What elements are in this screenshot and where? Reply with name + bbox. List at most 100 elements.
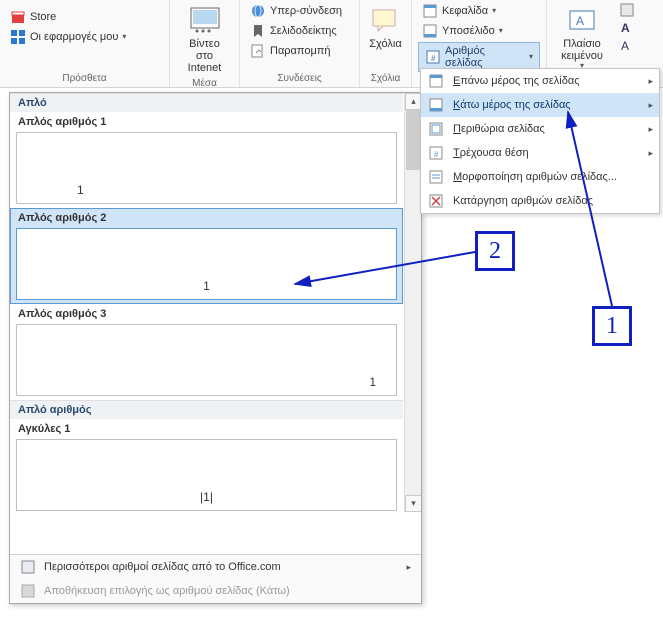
item4-preview: |1| (16, 439, 397, 511)
chevron-down-icon: ▾ (499, 27, 503, 35)
store-label: Store (30, 11, 56, 23)
arrow-right-icon: ▸ (648, 124, 653, 135)
menu-bottom-of-page[interactable]: Κάτω μέρος της σελίδας ▸ (421, 93, 659, 117)
textbox-icon: A (566, 4, 598, 36)
page-number-menu: Επάνω μέρος της σελίδας ▸ Κάτω μέρος της… (420, 68, 660, 214)
gallery-item-brackets1[interactable]: Αγκύλες 1 |1| (10, 419, 403, 515)
menu-format-numbers[interactable]: Μορφοποίηση αριθμών σελίδας... (421, 165, 659, 189)
group-media: Βίντεο στο Intenet Μέσα (170, 0, 240, 87)
textbox-label: Πλαίσιο κειμένου (557, 38, 607, 62)
comment-button[interactable]: Σχόλια (361, 2, 411, 52)
chevron-down-icon: ▾ (122, 33, 126, 41)
pgnum-left: 1 (77, 183, 84, 197)
page-top-icon (427, 72, 445, 90)
svg-text:A: A (621, 39, 629, 53)
chevron-down-icon: ▾ (529, 53, 533, 61)
scroll-thumb[interactable] (406, 110, 421, 170)
format-icon (427, 168, 445, 186)
footer-icon (422, 23, 438, 39)
pgnum-right: 1 (369, 375, 376, 389)
menu-remove-numbers[interactable]: Κατάργηση αριθμών σελίδας (421, 189, 659, 213)
arrow-right-icon: ▸ (648, 76, 653, 87)
scroll-down-icon[interactable]: ▾ (405, 495, 421, 512)
group-media-label: Μέσα (176, 76, 233, 92)
menu-remove-label: Κατάργηση αριθμών σελίδας (453, 195, 593, 207)
textbox-button[interactable]: A Πλαίσιο κειμένου ▾ (553, 2, 611, 72)
svg-text:#: # (431, 54, 436, 63)
svg-text:A: A (576, 14, 584, 28)
bookmark-button[interactable]: Σελιδοδείκτης (246, 22, 346, 40)
store-button[interactable]: Store (6, 8, 130, 26)
page-margins-icon (427, 120, 445, 138)
online-video-button[interactable]: Βίντεο στο Intenet (176, 2, 233, 76)
save-icon (20, 583, 36, 599)
comment-label: Σχόλια (369, 38, 402, 50)
hyperlink-label: Υπερ-σύνδεση (270, 5, 342, 17)
office-icon (20, 559, 36, 575)
footer-more-office[interactable]: Περισσότεροι αριθμοί σελίδας από το Offi… (10, 555, 421, 579)
myapps-label: Οι εφαρμογές μου (30, 31, 118, 43)
menu-bottom-label: Κάτω μέρος της σελίδας (453, 99, 571, 111)
footer-save-selection: Αποθήκευση επιλογής ως αριθμού σελίδας (… (10, 579, 421, 603)
group-addins-label: Πρόσθετα (6, 71, 163, 87)
gallery-item-plain3[interactable]: Απλός αριθμός 3 1 (10, 304, 403, 400)
gallery-body: Απλό Απλός αριθμός 1 1 Απλός αριθμός 2 1… (10, 93, 421, 554)
item1-preview: 1 (16, 132, 397, 204)
pgnum-brackets: |1| (200, 490, 213, 504)
svg-text:A: A (621, 21, 630, 35)
footer-more-label: Περισσότεροι αριθμοί σελίδας από το Offi… (44, 561, 281, 573)
group-links-label: Συνδέσεις (246, 71, 353, 87)
wordart-icon[interactable]: A (619, 20, 635, 36)
arrow-right-icon: ▸ (648, 148, 653, 159)
group-comments-label: Σχόλια (366, 71, 405, 87)
menu-top-label: Επάνω μέρος της σελίδας (453, 75, 580, 87)
dropcap-icon[interactable]: A (619, 38, 635, 54)
footer-label: Υποσέλιδο (442, 25, 495, 37)
header-label: Κεφαλίδα (442, 5, 488, 17)
item1-title: Απλός αριθμός 1 (16, 114, 397, 130)
header-button[interactable]: Κεφαλίδα ▾ (418, 2, 540, 20)
video-icon (189, 4, 221, 36)
callout-1: 1 (592, 306, 632, 346)
crossref-button[interactable]: Παραπομπή (246, 42, 346, 60)
gallery-scrollbar[interactable]: ▴ ▾ (404, 93, 421, 512)
gallery-item-plain1[interactable]: Απλός αριθμός 1 1 (10, 112, 403, 208)
quickparts-icon[interactable] (619, 2, 635, 18)
menu-margins-label: Περιθώρια σελίδας (453, 123, 545, 135)
gallery-footer: Περισσότεροι αριθμοί σελίδας από το Offi… (10, 554, 421, 603)
item2-title: Απλός αριθμός 2 (16, 210, 397, 226)
crossref-label: Παραπομπή (270, 45, 331, 57)
callout-2: 2 (475, 231, 515, 271)
item4-title: Αγκύλες 1 (16, 421, 397, 437)
store-icon (10, 9, 26, 25)
callout-1-number: 1 (606, 313, 618, 340)
myapps-button[interactable]: Οι εφαρμογές μου ▾ (6, 28, 130, 46)
gallery-category-simple: Απλό (10, 93, 403, 112)
menu-current-position[interactable]: # Τρέχουσα θέση ▸ (421, 141, 659, 165)
page-number-icon: # (425, 49, 441, 65)
footer-button[interactable]: Υποσέλιδο ▾ (418, 22, 540, 40)
menu-page-margins[interactable]: Περιθώρια σελίδας ▸ (421, 117, 659, 141)
item3-preview: 1 (16, 324, 397, 396)
menu-current-label: Τρέχουσα θέση (453, 147, 529, 159)
arrow-right-icon: ▸ (648, 100, 653, 111)
crossref-icon (250, 43, 266, 59)
menu-format-label: Μορφοποίηση αριθμών σελίδας... (453, 171, 617, 183)
bookmark-label: Σελιδοδείκτης (270, 25, 337, 37)
svg-text:#: # (434, 150, 439, 159)
arrow-right-icon: ▸ (406, 562, 411, 573)
page-bottom-icon (427, 96, 445, 114)
gallery-category-simple2: Απλό αριθμός (10, 400, 403, 419)
scroll-up-icon[interactable]: ▴ (405, 93, 421, 110)
gallery-item-plain2[interactable]: Απλός αριθμός 2 1 (10, 208, 403, 304)
remove-icon (427, 192, 445, 210)
comment-icon (370, 4, 402, 36)
page-number-gallery: Απλό Απλός αριθμός 1 1 Απλός αριθμός 2 1… (9, 92, 422, 604)
hyperlink-button[interactable]: Υπερ-σύνδεση (246, 2, 346, 20)
group-comments: Σχόλια Σχόλια (360, 0, 412, 87)
apps-icon (10, 29, 26, 45)
chevron-down-icon: ▾ (492, 7, 496, 15)
group-addins: Store Οι εφαρμογές μου ▾ Πρόσθετα (0, 0, 170, 87)
video-label-line1: Βίντεο στο Intenet (180, 38, 229, 74)
menu-top-of-page[interactable]: Επάνω μέρος της σελίδας ▸ (421, 69, 659, 93)
